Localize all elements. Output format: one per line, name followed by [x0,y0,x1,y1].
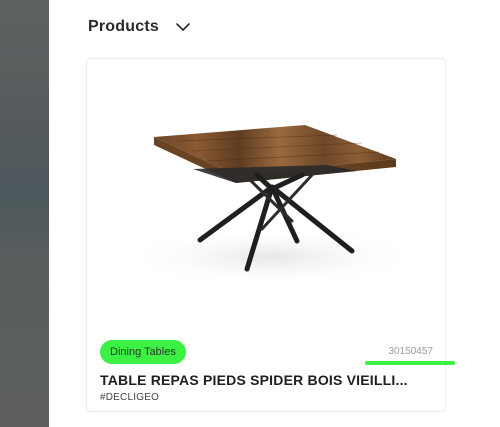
product-tag: #DECLIGEO [100,392,160,403]
products-title: Products [88,18,159,35]
product-id-underline [365,361,455,365]
chevron-down-icon[interactable] [175,19,191,35]
product-image [122,125,422,287]
product-card[interactable]: Dining Tables 30150457 TABLE REPAS PIEDS… [86,58,455,412]
product-name[interactable]: TABLE REPAS PIEDS SPIDER BOIS VIEILLI... [100,372,430,388]
dimmed-overlay[interactable] [0,0,49,427]
product-id: 30150457 [388,346,434,357]
category-badge[interactable]: Dining Tables [100,340,186,364]
products-dropdown[interactable]: Products [88,14,191,40]
